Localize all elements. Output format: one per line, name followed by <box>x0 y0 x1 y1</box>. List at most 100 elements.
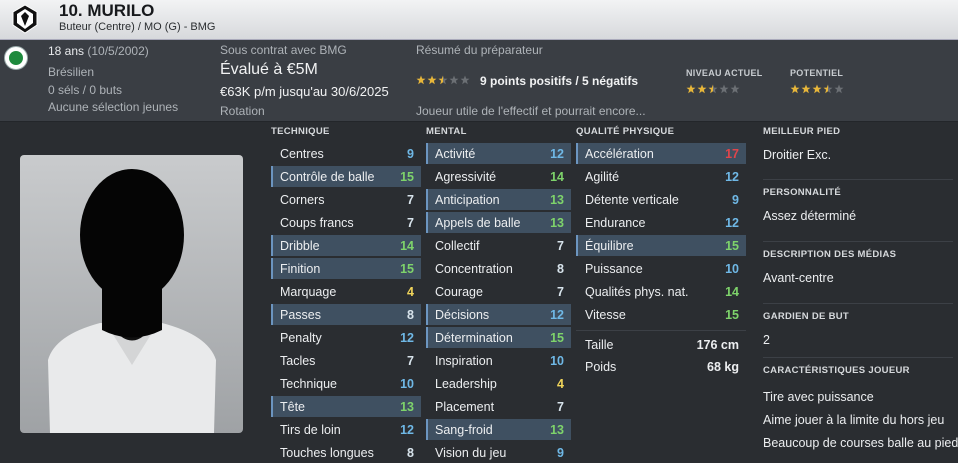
mental-row[interactable]: Agressivité 14 <box>426 166 571 187</box>
nationality: Brésilien <box>48 65 95 79</box>
attribute-name: Anticipation <box>435 192 500 207</box>
attribute-name: Leadership <box>435 376 497 391</box>
technique-row[interactable]: Dribble 14 <box>271 235 421 256</box>
technique-row[interactable]: Coups francs 7 <box>271 212 421 233</box>
attribute-value: 14 <box>400 238 414 253</box>
right-section-value[interactable]: 2 <box>763 333 770 347</box>
technique-row[interactable]: Passes 8 <box>271 304 421 325</box>
technique-row[interactable]: Contrôle de balle 15 <box>271 166 421 187</box>
star-icon <box>719 84 729 94</box>
technique-row[interactable]: Tacles 7 <box>271 350 421 371</box>
intl-caps: 0 séls / 0 buts <box>48 83 123 97</box>
player-value: Évalué à €5M <box>220 61 318 78</box>
player-age: 18 ans <box>48 44 85 58</box>
star-icon <box>812 84 822 94</box>
mental-row[interactable]: Inspiration 10 <box>426 350 571 371</box>
right-section-value[interactable]: Beaucoup de courses balle au pied <box>763 436 958 450</box>
attribute-name: Détente verticale <box>585 192 679 207</box>
physical-row[interactable]: Détente verticale 9 <box>576 189 746 210</box>
squad-role: Rotation <box>220 104 265 118</box>
attribute-value: 12 <box>400 422 414 437</box>
technique-row[interactable]: Penalty 12 <box>271 327 421 348</box>
right-section-value[interactable]: Aime jouer à la limite du hors jeu <box>763 413 944 427</box>
physical-row[interactable]: Qualités phys. nat. 14 <box>576 281 746 302</box>
mental-row[interactable]: Anticipation 13 <box>426 189 571 210</box>
star-icon <box>438 75 448 85</box>
mental-row[interactable]: Concentration 8 <box>426 258 571 279</box>
attribute-name: Vitesse <box>585 307 626 322</box>
attribute-name: Agressivité <box>435 169 497 184</box>
mental-row[interactable]: Détermination 15 <box>426 327 571 348</box>
contract-label: Sous contrat avec BMG <box>220 43 347 57</box>
attribute-value: 8 <box>407 307 414 322</box>
attribute-value: 12 <box>725 169 739 184</box>
current-ability-stars <box>686 84 740 94</box>
attribute-name: Marquage <box>280 284 337 299</box>
attribute-value: 12 <box>400 330 414 345</box>
right-section-value[interactable]: Droitier Exc. <box>763 148 831 162</box>
attribute-name: Inspiration <box>435 353 493 368</box>
right-section-value[interactable]: Avant-centre <box>763 271 834 285</box>
attribute-name: Vision du jeu <box>435 445 507 460</box>
attribute-name: Corners <box>280 192 325 207</box>
mental-row[interactable]: Activité 12 <box>426 143 571 164</box>
attribute-name: Coups francs <box>280 215 354 230</box>
right-section-value[interactable]: Tire avec puissance <box>763 390 874 404</box>
club-crest-icon[interactable] <box>12 4 38 34</box>
mental-row[interactable]: Collectif 7 <box>426 235 571 256</box>
attribute-value: 12 <box>550 146 564 161</box>
mental-row[interactable]: Courage 7 <box>426 281 571 302</box>
physical-row[interactable]: Vitesse 15 <box>576 304 746 325</box>
technique-title: TECHNIQUE <box>271 126 330 137</box>
mental-row[interactable]: Appels de balle 13 <box>426 212 571 233</box>
player-photo <box>20 155 243 433</box>
attribute-value: 13 <box>400 399 414 414</box>
physical-row[interactable]: Accélération 17 <box>576 143 746 164</box>
report-label: Résumé du préparateur <box>416 43 543 57</box>
technique-row[interactable]: Marquage 4 <box>271 281 421 302</box>
attribute-value: 13 <box>550 422 564 437</box>
silhouette-icon <box>48 169 216 433</box>
attribute-value: 13 <box>550 192 564 207</box>
height-value: 176 cm <box>696 337 739 352</box>
wage[interactable]: €63K p/m jusqu'au 30/6/2025 <box>220 84 389 99</box>
mental-row[interactable]: Leadership 4 <box>426 373 571 394</box>
star-icon <box>790 84 800 94</box>
attribute-name: Appels de balle <box>435 215 521 230</box>
physical-row[interactable]: Puissance 10 <box>576 258 746 279</box>
right-section-label: CARACTÉRISTIQUES JOUEUR <box>763 365 910 376</box>
attribute-value: 7 <box>557 399 564 414</box>
attribute-value: 9 <box>407 146 414 161</box>
report-points[interactable]: 9 points positifs / 5 négatifs <box>480 74 638 88</box>
technique-row[interactable]: Technique 10 <box>271 373 421 394</box>
attribute-value: 17 <box>725 146 739 161</box>
star-icon <box>416 75 426 85</box>
weight-row: Poids 68 kg <box>576 356 746 377</box>
mental-row[interactable]: Décisions 12 <box>426 304 571 325</box>
attribute-name: Qualités phys. nat. <box>585 284 689 299</box>
technique-row[interactable]: Finition 15 <box>271 258 421 279</box>
attribute-name: Agilité <box>585 169 620 184</box>
mental-row[interactable]: Placement 7 <box>426 396 571 417</box>
attribute-value: 13 <box>550 215 564 230</box>
technique-row[interactable]: Corners 7 <box>271 189 421 210</box>
technique-row[interactable]: Centres 9 <box>271 143 421 164</box>
attribute-value: 14 <box>550 169 564 184</box>
right-section-label: DESCRIPTION DES MÉDIAS <box>763 249 897 260</box>
attribute-name: Activité <box>435 146 476 161</box>
technique-row[interactable]: Tirs de loin 12 <box>271 419 421 440</box>
star-icon <box>823 84 833 94</box>
physical-row[interactable]: Équilibre 15 <box>576 235 746 256</box>
mental-row[interactable]: Sang-froid 13 <box>426 419 571 440</box>
right-section-label: GARDIEN DE BUT <box>763 311 850 322</box>
physical-row[interactable]: Agilité 12 <box>576 166 746 187</box>
technique-row[interactable]: Tête 13 <box>271 396 421 417</box>
physical-row[interactable]: Endurance 12 <box>576 212 746 233</box>
attribute-value: 10 <box>725 261 739 276</box>
right-section-value[interactable]: Assez déterminé <box>763 209 856 223</box>
attribute-value: 7 <box>557 284 564 299</box>
potential-label: POTENTIEL <box>790 68 844 78</box>
weight-label: Poids <box>585 359 617 374</box>
info-strip: 18 ans (10/5/2002) Brésilien 0 séls / 0 … <box>0 40 958 122</box>
attribute-value: 4 <box>557 376 564 391</box>
